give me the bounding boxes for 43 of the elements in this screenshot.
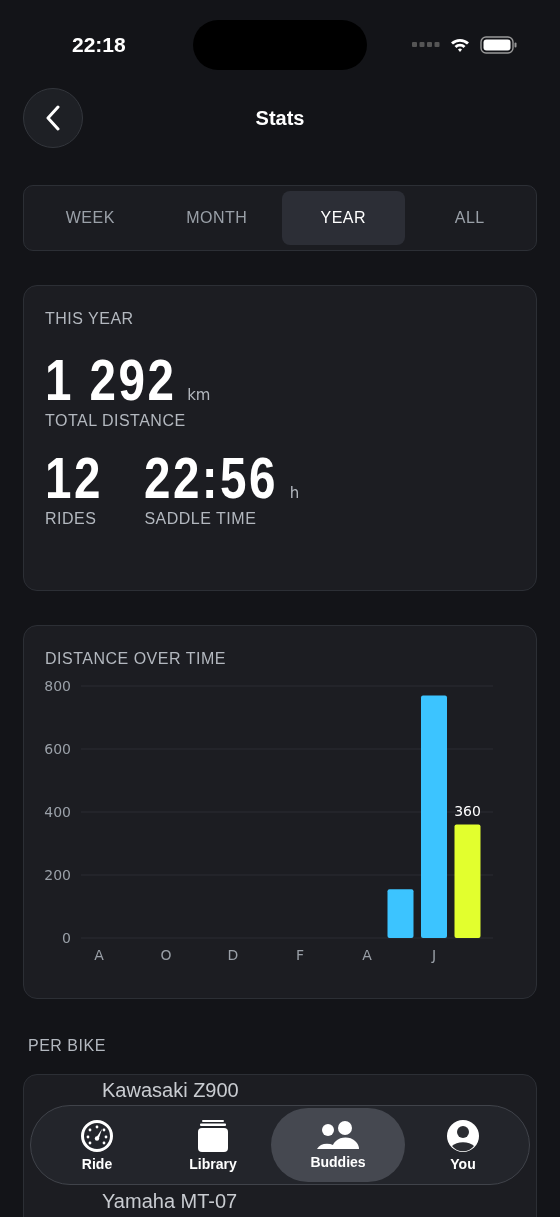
y-axis-label: 0 — [62, 930, 71, 946]
battery-icon — [480, 36, 518, 54]
rides-value: 12 — [45, 444, 103, 511]
y-axis-label: 600 — [44, 741, 71, 757]
card-stack-icon — [196, 1118, 230, 1153]
period-tab[interactable]: ALL — [408, 191, 531, 245]
x-axis-label: D — [227, 947, 239, 963]
stat-label: SADDLE TIME — [144, 510, 258, 528]
people-icon — [316, 1120, 360, 1151]
period-tab[interactable]: YEAR — [282, 191, 405, 245]
x-axis-label: A — [94, 947, 104, 963]
bike-name: Kawasaki Z900 — [102, 1079, 239, 1101]
y-axis-label: 200 — [44, 867, 71, 883]
back-icon — [45, 105, 61, 131]
stat-label: TOTAL DISTANCE — [45, 412, 187, 430]
x-axis-label: J — [431, 947, 437, 963]
time-unit: h — [289, 484, 300, 502]
distance-value: 1 292 — [45, 346, 177, 413]
bar-value-label: 360 — [454, 802, 481, 819]
section-title: PER BIKE — [28, 1037, 107, 1055]
period-tab[interactable]: WEEK — [29, 191, 152, 245]
page-title: Stats — [255, 106, 305, 130]
card-title: DISTANCE OVER TIME — [45, 650, 227, 668]
signal-icon — [412, 42, 440, 48]
tab-bar-item[interactable]: You — [405, 1108, 521, 1182]
person-icon — [446, 1118, 480, 1153]
stat-label: RIDES — [45, 510, 97, 528]
saddle-time-value: 22:56 — [144, 444, 279, 511]
x-axis-label: F — [295, 947, 305, 963]
tab-bar-item[interactable]: Library — [155, 1108, 271, 1182]
y-axis-label: 400 — [44, 804, 71, 820]
y-axis-label: 800 — [44, 678, 71, 694]
speedometer-icon — [80, 1118, 114, 1153]
status-time: 22:18 — [72, 33, 126, 57]
card-title: THIS YEAR — [45, 310, 135, 328]
tab-bar-item[interactable]: Buddies — [271, 1108, 405, 1182]
bike-name: Yamaha MT-07 — [102, 1190, 238, 1212]
distance-unit: km — [187, 386, 211, 404]
tab-bar-item[interactable]: Ride — [39, 1108, 155, 1182]
x-axis-label: O — [160, 947, 172, 963]
wifi-icon — [450, 37, 470, 53]
x-axis-label: A — [362, 947, 372, 963]
period-tab[interactable]: MONTH — [155, 191, 278, 245]
